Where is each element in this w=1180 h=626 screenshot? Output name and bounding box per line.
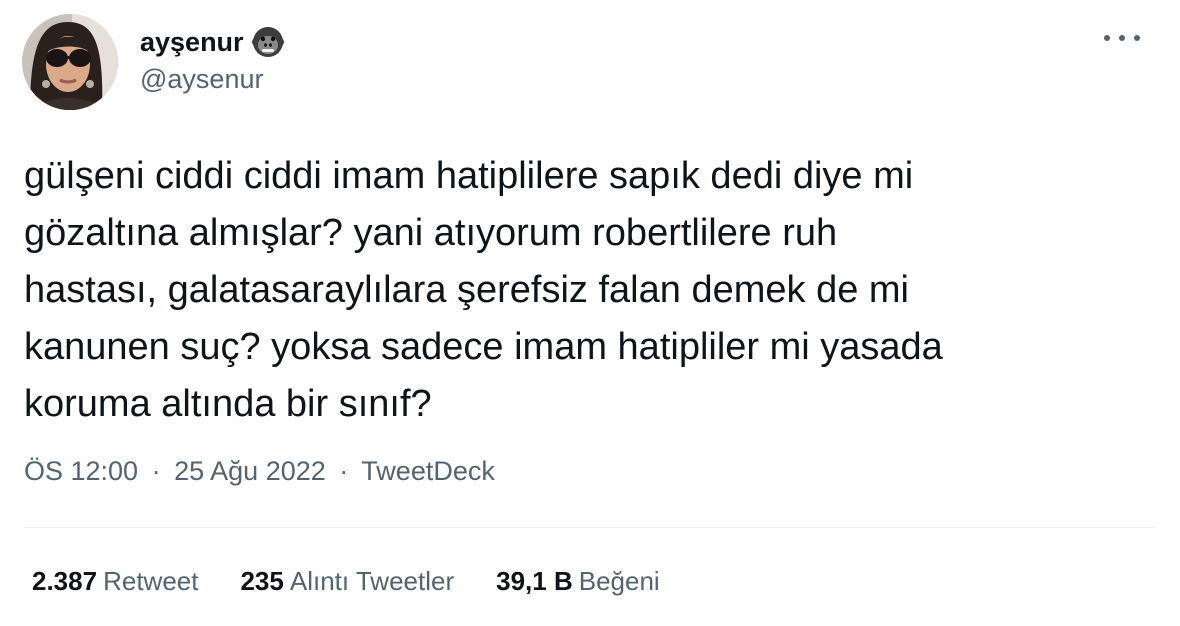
tweet-date[interactable]: 25 Ağu 2022 [174, 456, 326, 486]
tweet-text-line: gülşeni ciddi ciddi imam hatiplilere sap… [24, 155, 914, 197]
display-name[interactable]: ayşenur [140, 27, 244, 58]
tweet-meta: ÖS 12:00 · 25 Ağu 2022 · TweetDeck [24, 456, 495, 487]
tweet-source[interactable]: TweetDeck [361, 456, 495, 486]
tweet-stats: 2.387 Retweet 235 Alıntı Tweetler 39,1 B Be… [32, 566, 702, 597]
retweets-label: Retweet [103, 566, 199, 596]
likes-stat[interactable]: 39,1 B Beğeni [496, 566, 660, 597]
gorilla-emoji-icon [251, 27, 284, 57]
user-handle[interactable]: @aysenur [140, 64, 284, 95]
more-options-button[interactable] [1104, 26, 1140, 50]
tweet-time[interactable]: ÖS 12:00 [24, 456, 138, 486]
tweet-text-line: koruma altında bir sınıf? [24, 383, 432, 425]
tweet-text-line: gözaltına almışlar? yani atıyorum robert… [24, 212, 838, 254]
tweet-text-line: kanunen suç? yoksa sadece imam hatiplile… [24, 326, 943, 368]
likes-label: Beğeni [578, 566, 660, 596]
tweet-card: ayşenur @aysenur gülşeni ciddi ciddi ima… [0, 0, 1180, 626]
more-dot-icon [1104, 35, 1110, 41]
divider [24, 527, 1156, 528]
tweet-text-line: hastası, galatasaraylılara şerefsiz fala… [24, 269, 909, 311]
likes-count: 39,1 B [496, 566, 573, 596]
meta-separator: · [151, 456, 161, 486]
quote-tweets-stat[interactable]: 235 Alıntı Tweetler [240, 566, 454, 597]
avatar[interactable] [22, 14, 118, 110]
quote-tweets-label: Alıntı Tweetler [289, 566, 455, 596]
retweets-count: 2.387 [32, 566, 98, 596]
tweet-text: gülşeni ciddi ciddi imam hatiplilere sap… [24, 148, 1144, 433]
avatar-photo [22, 14, 118, 110]
retweets-stat[interactable]: 2.387 Retweet [32, 566, 198, 597]
user-info: ayşenur @aysenur [140, 24, 284, 95]
meta-separator: · [339, 456, 349, 486]
more-dot-icon [1119, 35, 1125, 41]
name-row: ayşenur [140, 24, 284, 60]
quote-tweets-count: 235 [240, 566, 284, 596]
more-dot-icon [1134, 35, 1140, 41]
